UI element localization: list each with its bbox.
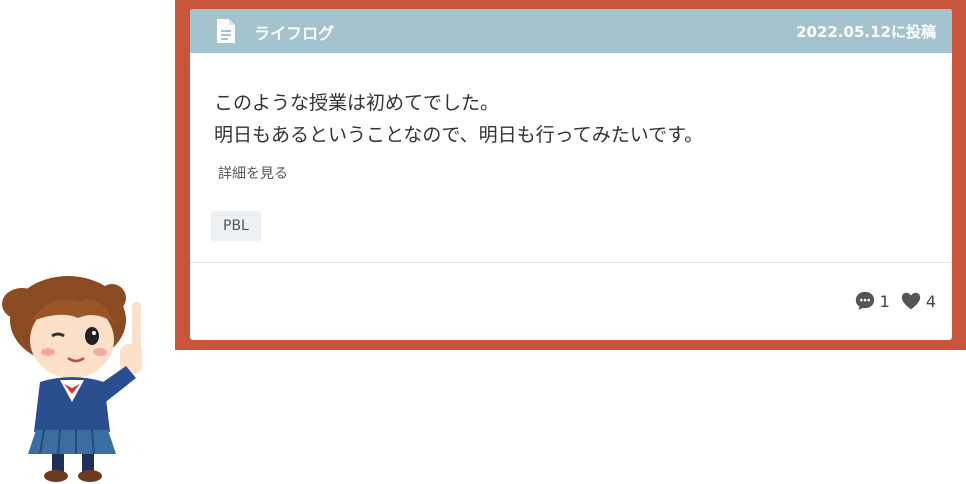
- detail-link[interactable]: 詳細を見る: [218, 163, 288, 183]
- like-count: 4: [925, 291, 936, 311]
- post-footer: 1 4: [854, 289, 936, 313]
- divider: [190, 262, 952, 263]
- post-body: このような授業は初めてでした。 明日もあるということなので、明日も行ってみたいで…: [214, 87, 928, 151]
- post-header: ライフログ 2022.05.12に投稿: [190, 9, 952, 53]
- heart-icon[interactable]: [900, 290, 922, 312]
- comment-icon[interactable]: [854, 290, 876, 312]
- mascot-illustration: [2, 276, 142, 482]
- post-card: ライフログ 2022.05.12に投稿 このような授業は初めてでした。 明日もあ…: [190, 9, 952, 340]
- post-text-line-1: このような授業は初めてでした。: [214, 92, 500, 114]
- tag-badge[interactable]: PBL: [211, 211, 261, 241]
- post-text-line-2: 明日もあるということなので、明日も行ってみたいです。: [214, 124, 704, 146]
- post-category: ライフログ: [254, 24, 335, 43]
- comment-count: 1: [879, 291, 890, 311]
- post-date: 2022.05.12に投稿: [796, 23, 936, 41]
- document-icon: [217, 19, 235, 43]
